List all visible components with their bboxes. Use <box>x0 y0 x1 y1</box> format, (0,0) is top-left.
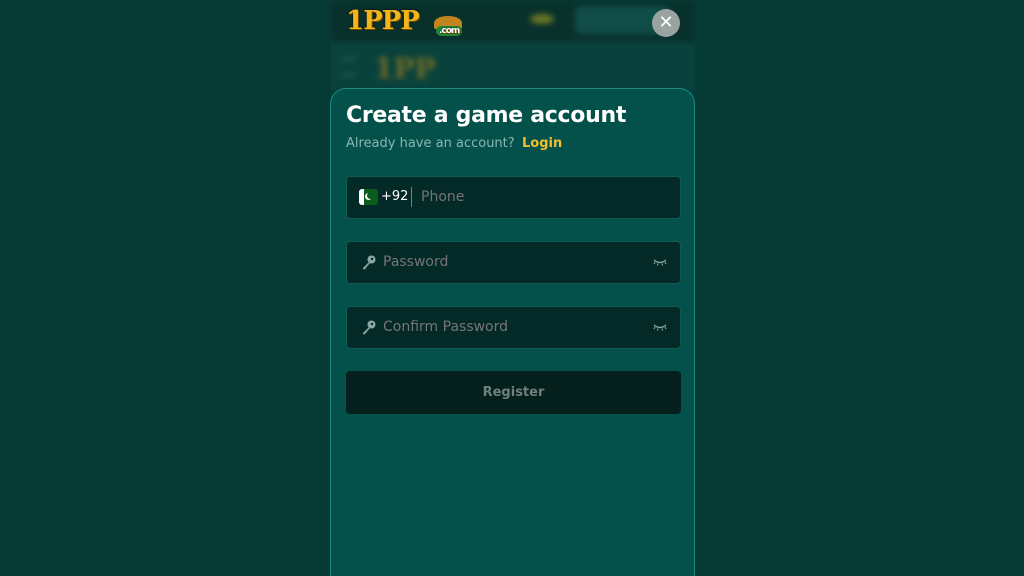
password-field <box>346 241 681 284</box>
login-link[interactable]: Login <box>522 136 562 151</box>
modal-title: Create a game account <box>346 103 627 128</box>
menu-icon <box>342 58 356 76</box>
confirm-password-field <box>346 306 681 349</box>
country-code[interactable]: +92 <box>381 189 408 204</box>
eye-closed-icon[interactable] <box>652 320 668 334</box>
phone-input[interactable] <box>421 177 671 218</box>
key-icon <box>363 255 376 270</box>
modal-subtitle: Already have an account? <box>346 136 515 151</box>
app-frame: 1PP 1PPP .com ✕ Create a game account Al… <box>330 0 695 576</box>
register-modal: Create a game account Already have an ac… <box>330 88 695 576</box>
eye-closed-icon[interactable] <box>652 255 668 269</box>
background-logo: 1PP <box>374 52 436 85</box>
logo-suffix: .com <box>436 26 463 36</box>
phone-field: +92 <box>346 176 681 219</box>
brand-logo: 1PPP .com <box>346 6 463 38</box>
key-icon <box>363 320 376 335</box>
divider <box>411 187 412 207</box>
pakistan-flag-icon <box>359 189 378 205</box>
confirm-password-input[interactable] <box>383 307 643 348</box>
close-icon: ✕ <box>658 12 674 33</box>
register-button[interactable]: Register <box>346 371 681 414</box>
close-button[interactable]: ✕ <box>652 9 680 37</box>
password-input[interactable] <box>383 242 643 283</box>
